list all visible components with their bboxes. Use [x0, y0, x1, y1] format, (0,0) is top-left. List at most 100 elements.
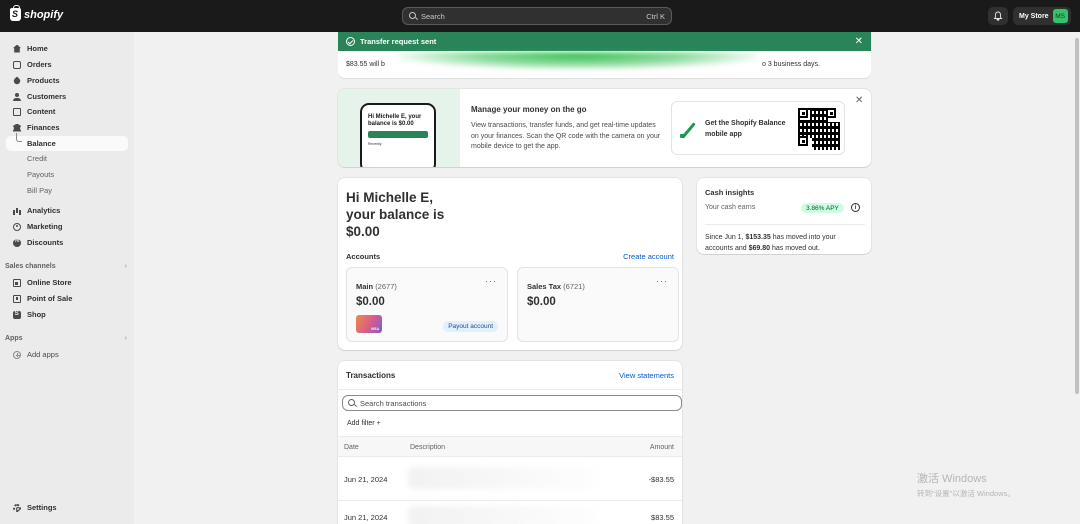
apps-header[interactable]: Apps › — [5, 335, 127, 342]
sidebar-item-analytics[interactable]: Analytics — [6, 203, 128, 218]
sidebar-item-label: Bill Pay — [27, 186, 53, 195]
sidebar-item-home[interactable]: Home — [6, 41, 128, 56]
qr-finder — [798, 136, 808, 146]
sidebar-item-shop[interactable]: Shop — [6, 307, 128, 322]
windows-activation-watermark: 激活 Windows 转到"设置"以激活 Windows。 — [917, 470, 1015, 499]
column-amount[interactable]: Amount — [650, 444, 674, 451]
sidebar-item-finances[interactable]: Finances — [6, 120, 128, 135]
sales-channels-header[interactable]: Sales channels › — [5, 263, 127, 270]
toast-title: Transfer request sent — [360, 37, 437, 46]
table-row[interactable]: Jun 21, 2024 -$83.55 — [338, 457, 682, 501]
sidebar-item-credit[interactable]: Credit — [6, 151, 128, 166]
sidebar-item-settings[interactable]: Settings — [6, 500, 128, 515]
sidebar-item-label: Content — [27, 107, 56, 116]
bar-chart-icon — [13, 207, 21, 215]
balance-card: Hi Michelle E, your balance is $0.00 Acc… — [338, 178, 682, 350]
phone-illustration: Hi Michelle E, your balance is $0.00 Rec… — [338, 89, 460, 167]
sidebar-item-discounts[interactable]: Discounts — [6, 235, 128, 250]
qr-finder — [826, 108, 836, 118]
desc-text: Since Jun 1, — [705, 234, 746, 241]
sidebar-item-marketing[interactable]: Marketing — [6, 219, 128, 234]
global-search-input[interactable]: Search Ctrl K — [402, 7, 672, 25]
scrollbar-thumb[interactable] — [1075, 38, 1079, 394]
account-amount: $0.00 — [527, 296, 556, 308]
sidebar-item-label: Balance — [27, 139, 56, 148]
sidebar-item-add-apps[interactable]: Add apps — [6, 347, 128, 362]
chevron-right-icon: › — [124, 335, 127, 342]
account-amount: $0.00 — [356, 296, 385, 308]
add-filter-button[interactable]: Add filter + — [347, 420, 381, 427]
pos-icon — [13, 294, 21, 303]
person-icon — [13, 92, 21, 101]
more-horizontal-icon[interactable]: ··· — [656, 276, 668, 286]
shopify-logo[interactable]: shopify — [10, 5, 64, 21]
notifications-button[interactable] — [988, 7, 1008, 25]
greeting-line-1: Hi Michelle E, — [346, 190, 434, 205]
redacted-area — [398, 52, 758, 70]
transactions-search-input[interactable]: Search transactions — [342, 395, 682, 411]
cash-insights-title: Cash insights — [705, 188, 755, 197]
row-date: Jun 21, 2024 — [344, 475, 388, 484]
column-date[interactable]: Date — [344, 444, 359, 451]
bell-icon — [993, 11, 1003, 21]
divider — [338, 389, 682, 390]
home-icon — [13, 44, 21, 53]
greeting-amount: $0.00 — [346, 224, 380, 239]
brand-wordmark: shopify — [24, 8, 64, 21]
qr-code — [798, 108, 840, 150]
account-card-main[interactable]: Main (2677) $0.00 ··· Payout account — [346, 267, 508, 342]
sidebar-item-content[interactable]: Content — [6, 104, 128, 119]
scrollbar[interactable] — [1074, 32, 1080, 524]
debit-card-image — [356, 315, 382, 333]
shopify-balance-logo — [680, 122, 696, 138]
account-card-sales-tax[interactable]: Sales Tax (6721) $0.00 ··· — [517, 267, 679, 342]
cash-earns-label: Your cash earns — [705, 204, 756, 211]
avatar: MS — [1052, 9, 1068, 23]
table-row[interactable]: Jun 21, 2024 $83.55 — [338, 502, 682, 524]
store-name: My Store — [1019, 12, 1049, 20]
cash-insights-card: Cash insights Your cash earns 3.86% APY … — [697, 178, 871, 254]
cash-insights-description: Since Jun 1, $153.35 has moved into your… — [705, 224, 865, 254]
sidebar-item-label: Analytics — [27, 206, 61, 215]
check-circle-icon — [346, 37, 355, 46]
store-menu-button[interactable]: My Store MS — [1013, 7, 1071, 25]
sidebar-item-label: Add apps — [27, 350, 59, 359]
sidebar-item-online-store[interactable]: Online Store — [6, 275, 128, 290]
sidebar-item-customers[interactable]: Customers — [6, 89, 128, 104]
view-statements-link[interactable]: View statements — [619, 371, 674, 380]
sidebar-item-payouts[interactable]: Payouts — [6, 167, 128, 182]
sidebar-item-balance[interactable]: Balance — [6, 133, 128, 151]
account-name-text: Sales Tax — [527, 282, 562, 291]
plus-circle-icon — [13, 350, 21, 359]
sidebar-item-label: Point of Sale — [27, 294, 73, 303]
sidebar-item-products[interactable]: Products — [6, 73, 128, 88]
target-icon — [13, 222, 21, 231]
search-icon — [348, 399, 356, 407]
search-placeholder: Search transactions — [360, 398, 427, 408]
create-account-link[interactable]: Create account — [623, 252, 674, 261]
info-icon[interactable]: i — [851, 203, 860, 212]
sidebar-item-orders[interactable]: Orders — [6, 57, 128, 72]
column-description[interactable]: Description — [410, 444, 445, 451]
sidebar-item-label: Marketing — [27, 222, 63, 231]
moved-out-amount: $69.80 — [748, 245, 771, 252]
tag-icon — [12, 75, 22, 86]
transfer-toast: Transfer request sent ✕ $83.55 will b o … — [338, 32, 871, 78]
promo-heading: Manage your money on the go — [471, 105, 587, 114]
close-icon[interactable]: ✕ — [855, 95, 863, 106]
shop-icon — [13, 310, 21, 319]
accounts-title: Accounts — [346, 252, 381, 261]
shopping-bag-icon — [10, 5, 21, 21]
phone-greeting: Hi Michelle E, your balance is $0.00 — [368, 114, 422, 127]
promo-body: View transactions, transfer funds, and g… — [471, 122, 661, 150]
balance-greeting: Hi Michelle E, your balance is $0.00 — [346, 189, 444, 240]
close-icon[interactable]: ✕ — [855, 36, 863, 47]
sidebar-item-bill-pay[interactable]: Bill Pay — [6, 183, 128, 198]
account-name: Main (2677) — [356, 282, 397, 291]
chevron-right-icon: › — [124, 263, 127, 270]
more-horizontal-icon[interactable]: ··· — [485, 276, 497, 286]
qr-finder — [798, 108, 808, 118]
sidebar-item-point-of-sale[interactable]: Point of Sale — [6, 291, 128, 306]
section-title: Sales channels — [5, 263, 56, 270]
